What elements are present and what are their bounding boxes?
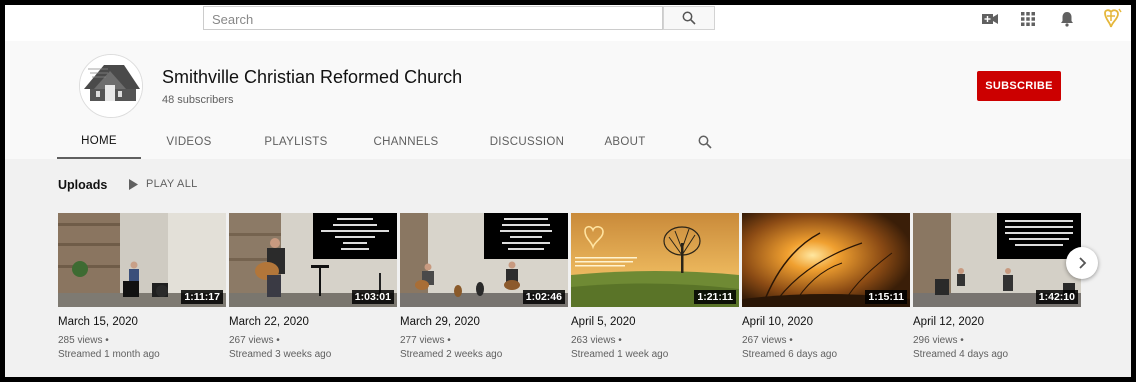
- video-views: 277 views •: [400, 335, 451, 346]
- channel-search-button[interactable]: [693, 124, 717, 159]
- play-all-button[interactable]: PLAY ALL: [128, 178, 198, 190]
- video-title[interactable]: March 22, 2020: [229, 316, 309, 328]
- tab-about[interactable]: ABOUT: [597, 124, 653, 159]
- video-title[interactable]: April 5, 2020: [571, 316, 636, 328]
- search-icon: [682, 11, 696, 25]
- video-thumbnail[interactable]: 1:11:17: [58, 213, 226, 307]
- video-thumbnail[interactable]: 1:15:11: [742, 213, 910, 307]
- youtube-channel-page: Search Smithville Christian Reformed Chu…: [5, 5, 1131, 377]
- shelf-next-button[interactable]: [1066, 247, 1098, 279]
- lyrics-overlay: [313, 213, 397, 259]
- video-thumbnail[interactable]: 1:02:46: [400, 213, 568, 307]
- video-views: 263 views •: [571, 335, 622, 346]
- video-streamed: Streamed 2 weeks ago: [400, 349, 503, 360]
- video-streamed: Streamed 4 days ago: [913, 349, 1009, 360]
- chevron-right-icon: [1079, 257, 1087, 269]
- tab-channels[interactable]: CHANNELS: [362, 124, 450, 159]
- top-bar: Search: [5, 5, 1131, 41]
- tab-videos[interactable]: VIDEOS: [149, 124, 229, 159]
- subscriber-count: 48 subscribers: [162, 94, 234, 106]
- tab-discussion[interactable]: DISCUSSION: [477, 124, 577, 159]
- video-thumbnail[interactable]: 1:03:01: [229, 213, 397, 307]
- search-icon: [698, 135, 712, 149]
- video-card[interactable]: 1:02:46 March 29, 2020 277 views • Strea…: [400, 213, 568, 360]
- video-card[interactable]: 1:15:11 April 10, 2020 267 views • Strea…: [742, 213, 910, 360]
- video-streamed: Streamed 3 weeks ago: [229, 349, 332, 360]
- video-title[interactable]: April 12, 2020: [913, 316, 984, 328]
- video-card[interactable]: 1:03:01 March 22, 2020 267 views • Strea…: [229, 213, 397, 360]
- video-streamed: Streamed 6 days ago: [742, 349, 838, 360]
- lyrics-overlay: [484, 213, 568, 259]
- video-thumbnail[interactable]: 1:42:10: [913, 213, 1081, 307]
- video-streamed: Streamed 1 week ago: [571, 349, 669, 360]
- channel-title: Smithville Christian Reformed Church: [162, 67, 463, 87]
- video-streamed: Streamed 1 month ago: [58, 349, 160, 360]
- play-icon: [129, 178, 138, 190]
- video-title[interactable]: March 15, 2020: [58, 316, 138, 328]
- account-avatar-icon[interactable]: [1101, 7, 1125, 31]
- video-views: 285 views •: [58, 335, 109, 346]
- play-all-label: PLAY ALL: [146, 178, 198, 190]
- tab-home[interactable]: HOME: [57, 124, 141, 159]
- bell-icon[interactable]: [1057, 11, 1077, 27]
- uploads-section: Uploads PLAY ALL 1:11:17 March 15, 2020 …: [5, 159, 1131, 377]
- video-title[interactable]: March 29, 2020: [400, 316, 480, 328]
- tab-playlists[interactable]: PLAYLISTS: [252, 124, 340, 159]
- search-input[interactable]: Search: [203, 6, 663, 30]
- channel-header: Smithville Christian Reformed Church 48 …: [5, 41, 1131, 159]
- video-thumbnail[interactable]: 1:21:11: [571, 213, 739, 307]
- section-title[interactable]: Uploads: [58, 178, 107, 192]
- search-button[interactable]: [663, 6, 715, 30]
- video-duration: 1:02:46: [522, 290, 565, 304]
- video-duration: 1:03:01: [351, 290, 394, 304]
- video-views: 296 views •: [913, 335, 964, 346]
- video-card[interactable]: 1:21:11 April 5, 2020 263 views • Stream…: [571, 213, 739, 360]
- video-duration: 1:21:11: [694, 290, 736, 304]
- video-title[interactable]: April 10, 2020: [742, 316, 813, 328]
- lyrics-overlay: [997, 213, 1081, 259]
- video-duration: 1:42:10: [1035, 290, 1078, 304]
- channel-avatar[interactable]: [79, 54, 143, 118]
- video-camera-icon[interactable]: [980, 11, 1000, 27]
- video-views: 267 views •: [229, 335, 280, 346]
- video-duration: 1:11:17: [181, 290, 223, 304]
- apps-grid-icon[interactable]: [1018, 11, 1038, 27]
- video-duration: 1:15:11: [865, 290, 907, 304]
- subscribe-button[interactable]: SUBSCRIBE: [977, 71, 1061, 101]
- video-card[interactable]: 1:42:10 April 12, 2020 296 views • Strea…: [913, 213, 1081, 360]
- video-views: 267 views •: [742, 335, 793, 346]
- video-card[interactable]: 1:11:17 March 15, 2020 285 views • Strea…: [58, 213, 226, 360]
